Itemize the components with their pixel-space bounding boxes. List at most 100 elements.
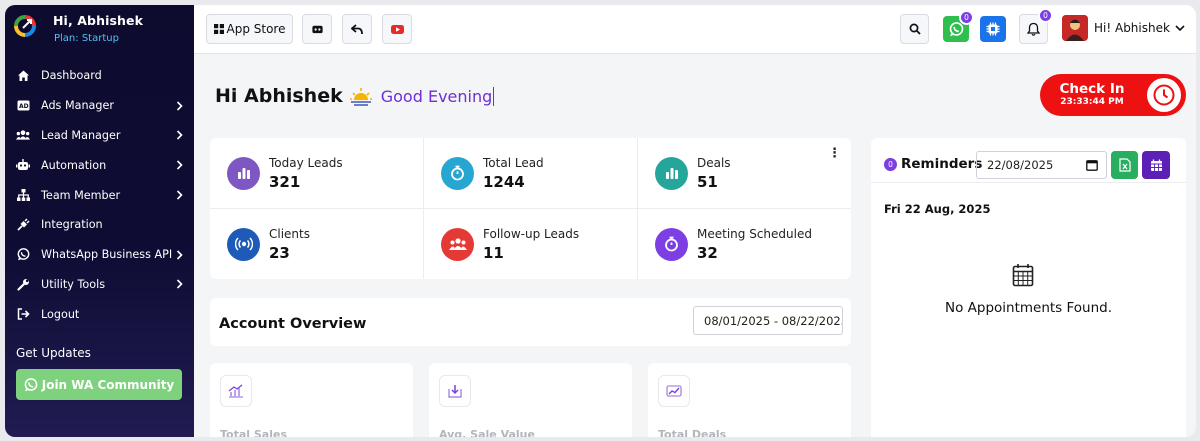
- sidebar-item-label: WhatsApp Business API: [41, 248, 173, 262]
- reminders-panel: 0 Reminders 22/08/2025 Fri 22 Aug, 2025 …: [871, 138, 1186, 437]
- stat-label: Clients: [269, 226, 310, 241]
- deals-chart-icon: [658, 375, 690, 407]
- bar-chart-icon: [655, 156, 688, 190]
- svg-text:AD: AD: [19, 103, 29, 110]
- card-total-sales: Total Sales: [210, 363, 413, 437]
- robot-icon: [16, 158, 30, 172]
- greeting: Hi Abhishek Good Evening: [215, 85, 495, 107]
- sidebar-item-automation[interactable]: Automation: [5, 150, 194, 180]
- excel-icon: [1118, 158, 1131, 172]
- home-icon: [16, 69, 30, 83]
- calendar-icon[interactable]: [1086, 159, 1098, 171]
- sidebar: Hi, Abhishek Plan: Startup Dashboard AD …: [5, 5, 194, 437]
- sitemap-icon: [16, 188, 30, 202]
- sidebar-item-team-member[interactable]: Team Member: [5, 180, 194, 210]
- back-button[interactable]: [342, 14, 372, 44]
- stats-panel: ⋮ Today Leads 321 Total Lead 1244 Deals 51 …: [210, 138, 851, 279]
- sidebar-item-label: Integration: [41, 218, 103, 232]
- get-updates-label: Get Updates: [16, 346, 91, 360]
- card-avg-sale-value: Avg. Sale Value: [429, 363, 632, 437]
- stat-value: 51: [697, 172, 718, 191]
- avatar: [1062, 15, 1088, 41]
- ads-icon: AD: [16, 99, 30, 113]
- sidebar-nav: Dashboard AD Ads Manager Lead Manager Au…: [5, 61, 194, 329]
- stat-value: 11: [483, 243, 504, 262]
- greeting-name: Hi Abhishek: [215, 85, 343, 107]
- bot-button[interactable]: [302, 14, 332, 44]
- card-total-deals: Total Deals: [648, 363, 851, 437]
- sidebar-item-integration[interactable]: Integration: [5, 210, 194, 240]
- chip-icon: [986, 22, 1000, 36]
- export-excel-button[interactable]: [1111, 151, 1138, 179]
- date-range-input[interactable]: 08/01/2025 - 08/22/2025: [693, 306, 843, 335]
- greeting-message: Good Evening: [380, 86, 495, 106]
- sidebar-item-ads-manager[interactable]: AD Ads Manager: [5, 91, 194, 121]
- whatsapp-icon: [24, 377, 38, 391]
- youtube-icon: [390, 24, 404, 34]
- bell-icon: [1027, 22, 1040, 36]
- brand: Hi, Abhishek Plan: Startup: [14, 13, 143, 44]
- sidebar-item-label: Lead Manager: [41, 128, 121, 142]
- chevron-right-icon: [174, 130, 184, 141]
- stopwatch-icon: [655, 227, 688, 261]
- account-overview-header: Account Overview 08/01/2025 - 08/22/2025: [210, 298, 851, 346]
- chevron-right-icon: [174, 190, 184, 200]
- user-menu[interactable]: Hi! Abhishek: [1062, 15, 1185, 41]
- download-box-icon: [439, 375, 471, 407]
- notification-badge: 0: [1038, 8, 1053, 23]
- whatsapp-button[interactable]: 0: [943, 10, 974, 42]
- youtube-button[interactable]: [382, 14, 412, 44]
- stat-follow-up-leads: Follow-up Leads 11: [424, 209, 637, 279]
- plug-icon: [16, 218, 30, 232]
- robot-icon: [311, 25, 323, 34]
- group-icon: [441, 227, 474, 261]
- sidebar-item-dashboard[interactable]: Dashboard: [5, 61, 194, 91]
- chevron-right-icon: [174, 160, 184, 170]
- join-wa-community-label: Join WA Community: [41, 377, 175, 392]
- sidebar-item-whatsapp-business-api[interactable]: WhatsApp Business API: [5, 240, 194, 270]
- stat-value: 23: [269, 243, 290, 262]
- chevron-right-icon: [174, 250, 184, 260]
- stat-label: Meeting Scheduled: [697, 226, 812, 241]
- user-greeting: Hi, Abhishek: [53, 13, 143, 28]
- logout-icon: [16, 307, 30, 321]
- chevron-down-icon: [1175, 24, 1185, 31]
- sidebar-item-utility-tools[interactable]: Utility Tools: [5, 270, 194, 300]
- sidebar-item-logout[interactable]: Logout: [5, 299, 194, 329]
- sidebar-item-label: Team Member: [41, 188, 121, 202]
- sidebar-item-lead-manager[interactable]: Lead Manager: [5, 121, 194, 151]
- stat-label: Total Lead: [483, 155, 544, 170]
- chip-button[interactable]: [980, 16, 1006, 42]
- stat-value: 321: [269, 172, 301, 191]
- card-label: Avg. Sale Value: [439, 428, 535, 437]
- clock-icon: [1147, 78, 1181, 112]
- card-label: Total Sales: [220, 428, 288, 437]
- calendar-view-button[interactable]: [1142, 151, 1170, 179]
- wrench-icon: [16, 277, 30, 291]
- chevron-right-icon: [174, 279, 184, 290]
- account-overview-title: Account Overview: [219, 316, 367, 332]
- stat-label: Follow-up Leads: [483, 226, 580, 241]
- calendar-icon: [1150, 159, 1162, 171]
- radio-wave-icon: [227, 227, 260, 261]
- reminders-badge: 0: [884, 158, 897, 171]
- reply-icon: [351, 23, 363, 34]
- reminders-header: 0 Reminders 22/08/2025: [871, 138, 1186, 183]
- stat-label: Deals: [697, 155, 731, 170]
- app-frame: Hi, Abhishek Plan: Startup Dashboard AD …: [5, 5, 1196, 437]
- stat-clients: Clients 23: [210, 209, 423, 279]
- chevron-right-icon: [174, 101, 184, 111]
- stat-today-leads: Today Leads 321: [210, 138, 423, 208]
- stat-deals: Deals 51: [638, 138, 851, 208]
- app-store-button[interactable]: App Store: [206, 14, 293, 44]
- whatsapp-badge: 0: [959, 10, 974, 25]
- calendar-empty-icon: [1012, 264, 1034, 287]
- reminder-date-input[interactable]: 22/08/2025: [976, 151, 1107, 179]
- check-in-button[interactable]: Check In 23:33:44 PM: [1040, 74, 1186, 116]
- search-button[interactable]: [900, 14, 929, 44]
- stopwatch-icon: [441, 156, 474, 190]
- notifications-button[interactable]: 0: [1019, 8, 1053, 44]
- sidebar-item-label: Logout: [41, 307, 80, 321]
- reminders-day-label: Fri 22 Aug, 2025: [884, 202, 991, 216]
- join-wa-community-button[interactable]: Join WA Community: [16, 369, 182, 400]
